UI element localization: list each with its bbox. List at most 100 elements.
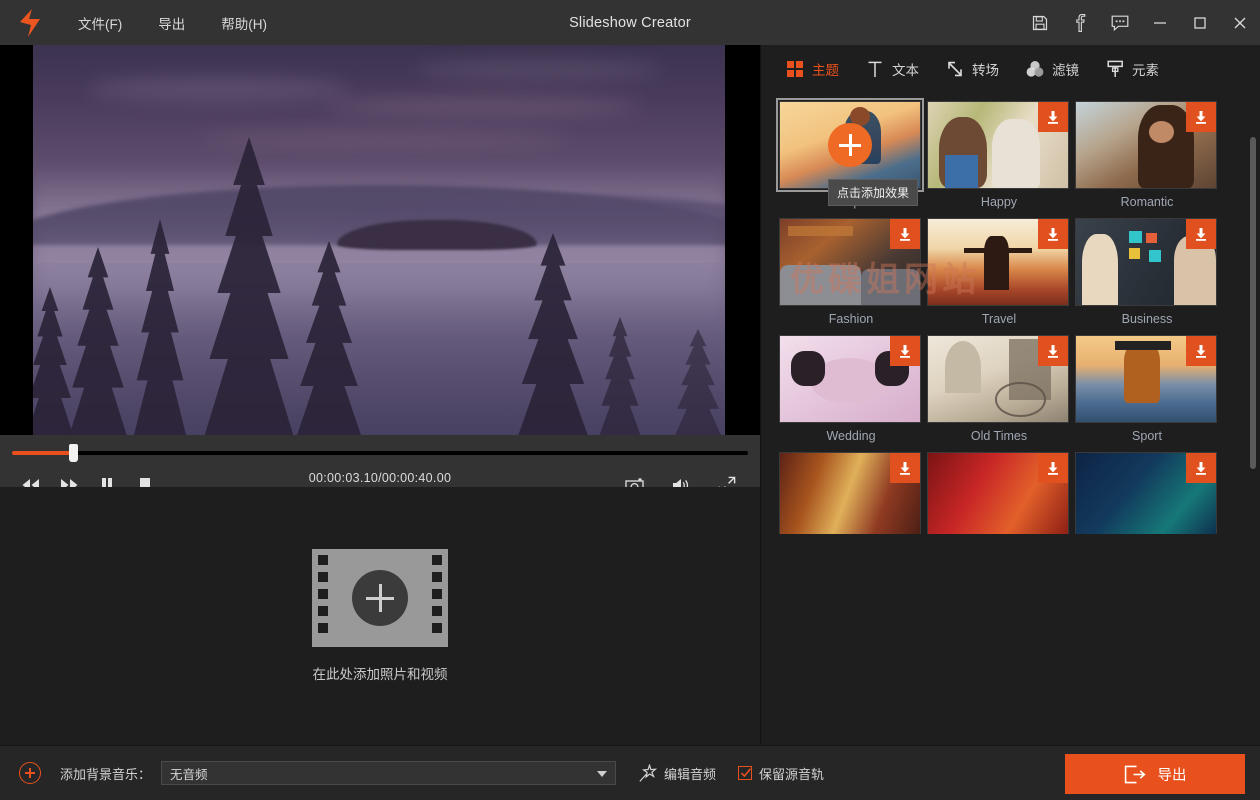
theme-label: Business	[1075, 306, 1219, 335]
download-icon[interactable]	[1186, 336, 1216, 366]
tab-transition[interactable]: 转场	[937, 53, 1007, 85]
theme-thumb-happy[interactable]	[927, 101, 1069, 189]
theme-cell: Happy	[925, 101, 1073, 218]
preview-image	[33, 45, 725, 435]
tab-text-label: 文本	[892, 59, 919, 79]
audio-track-select[interactable]: 无音频	[161, 761, 616, 785]
tab-transition-label: 转场	[972, 59, 999, 79]
theme-thumb-row4-2[interactable]	[927, 452, 1069, 534]
tab-filter[interactable]: 滤镜	[1017, 53, 1087, 85]
theme-thumb-travel[interactable]	[927, 218, 1069, 306]
theme-thumb-simple[interactable]	[779, 101, 921, 189]
theme-cell	[1073, 452, 1221, 534]
download-icon[interactable]	[1038, 336, 1068, 366]
theme-scrollbar[interactable]	[1250, 101, 1256, 525]
save-icon[interactable]	[1020, 0, 1060, 45]
maximize-button[interactable]	[1180, 0, 1220, 45]
theme-label: Romantic	[1075, 189, 1219, 218]
app-logo	[0, 0, 60, 45]
keep-source-audio-checkbox[interactable]: 保留源音轨	[738, 764, 824, 783]
theme-thumb-old-times[interactable]	[927, 335, 1069, 423]
film-strip-plus-icon	[312, 549, 448, 647]
export-button[interactable]: 导出	[1065, 754, 1245, 794]
theme-cell: Business	[1073, 218, 1221, 335]
paint-roller-icon	[1105, 59, 1125, 79]
download-icon[interactable]	[890, 219, 920, 249]
bottom-toolbar: 添加背景音乐： 无音频 编辑音频 保留源音轨 导出	[0, 745, 1260, 800]
theme-thumb-wedding[interactable]	[779, 335, 921, 423]
feedback-icon[interactable]	[1100, 0, 1140, 45]
theme-cell: Old Times	[925, 335, 1073, 452]
magic-wand-icon	[638, 764, 657, 783]
tab-filter-label: 滤镜	[1052, 59, 1079, 79]
theme-cell: Travel	[925, 218, 1073, 335]
tab-element[interactable]: 元素	[1097, 53, 1167, 85]
background-music-label: 添加背景音乐：	[60, 764, 151, 783]
title-bar: 文件(F) 导出 帮助(H) Slideshow Creator	[0, 0, 1260, 45]
three-circles-icon	[1025, 59, 1045, 79]
playhead-handle[interactable]	[69, 444, 78, 462]
download-icon[interactable]	[890, 336, 920, 366]
theme-thumb-row4-3[interactable]	[1075, 452, 1217, 534]
download-icon[interactable]	[1038, 219, 1068, 249]
facebook-icon[interactable]	[1060, 0, 1100, 45]
theme-grid: Simple Happy	[761, 93, 1260, 534]
theme-label: Fashion	[779, 306, 923, 335]
audio-track-value: 无音频	[162, 764, 208, 783]
diagonal-arrows-icon	[945, 59, 965, 79]
effects-panel: 主题 文本 转场 滤镜	[760, 45, 1260, 745]
menu-file[interactable]: 文件(F)	[60, 0, 140, 45]
tab-theme[interactable]: 主题	[777, 53, 847, 85]
dropzone-label: 在此处添加照片和视频	[313, 663, 448, 683]
close-button[interactable]	[1220, 0, 1260, 45]
theme-label: Travel	[927, 306, 1071, 335]
window-controls	[1020, 0, 1260, 45]
theme-label: Wedding	[779, 423, 923, 452]
download-icon[interactable]	[1038, 453, 1068, 483]
theme-thumb-business[interactable]	[1075, 218, 1217, 306]
add-media-dropzone[interactable]: 在此处添加照片和视频	[0, 487, 760, 745]
menu-bar: 文件(F) 导出 帮助(H)	[60, 0, 285, 45]
tab-element-label: 元素	[1132, 59, 1159, 79]
effects-tabs: 主题 文本 转场 滤镜	[761, 45, 1260, 93]
theme-cell: Wedding	[777, 335, 925, 452]
theme-cell: Sport	[1073, 335, 1221, 452]
tab-text[interactable]: 文本	[857, 53, 927, 85]
menu-help[interactable]: 帮助(H)	[203, 0, 285, 45]
theme-thumb-fashion[interactable]	[779, 218, 921, 306]
download-icon[interactable]	[890, 453, 920, 483]
seek-progress	[12, 451, 78, 455]
minimize-button[interactable]	[1140, 0, 1180, 45]
theme-cell: Fashion	[777, 218, 925, 335]
theme-label: Happy	[927, 189, 1071, 218]
theme-thumb-sport[interactable]	[1075, 335, 1217, 423]
checkbox-box	[738, 766, 752, 780]
plus-icon	[352, 570, 408, 626]
slideshow-creator-window: 文件(F) 导出 帮助(H) Slideshow Creator	[0, 0, 1260, 800]
grid-squares-icon	[785, 59, 805, 79]
timeline-bar: 00:00:03.10/00:00:40.00	[0, 435, 760, 487]
theme-cell: Romantic	[1073, 101, 1221, 218]
theme-thumb-row4-1[interactable]	[779, 452, 921, 534]
theme-cell	[925, 452, 1073, 534]
add-music-button[interactable]	[19, 762, 41, 784]
export-button-label: 导出	[1158, 764, 1187, 785]
edit-audio-button[interactable]: 编辑音频	[638, 764, 716, 783]
scrollbar-thumb[interactable]	[1250, 137, 1256, 469]
keep-source-audio-label: 保留源音轨	[759, 764, 824, 783]
media-workspace: 在此处添加照片和视频	[0, 487, 760, 745]
tab-theme-label: 主题	[812, 59, 839, 79]
text-t-icon	[865, 59, 885, 79]
theme-cell	[777, 452, 925, 534]
theme-thumb-romantic[interactable]	[1075, 101, 1217, 189]
seek-track[interactable]	[12, 451, 748, 455]
download-icon[interactable]	[1038, 102, 1068, 132]
theme-label: Old Times	[927, 423, 1071, 452]
download-icon[interactable]	[1186, 219, 1216, 249]
download-icon[interactable]	[1186, 453, 1216, 483]
edit-audio-label: 编辑音频	[664, 764, 716, 783]
theme-grid-scroll: Simple Happy	[761, 93, 1260, 534]
menu-export[interactable]: 导出	[140, 0, 203, 45]
download-icon[interactable]	[1186, 102, 1216, 132]
preview-player: 00:00:03.10/00:00:40.00	[0, 45, 760, 487]
